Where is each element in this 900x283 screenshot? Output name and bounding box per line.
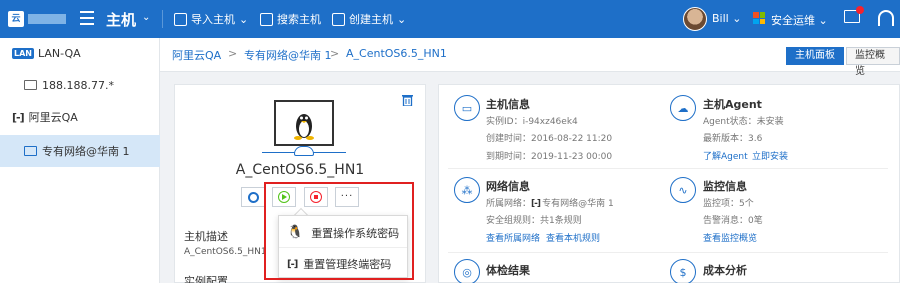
belongs-network-value: 专有网络@华南 1 — [542, 199, 614, 209]
view-monitor-link[interactable]: 查看监控概览 — [703, 231, 757, 244]
camera-icon: ◎ — [454, 259, 480, 283]
tab-monitor-overview[interactable]: 监控概览 — [846, 47, 900, 77]
instance-config-label: 实例配置 — [184, 275, 228, 283]
divider — [448, 168, 888, 169]
search-host-button[interactable]: 搜索主机 — [260, 11, 321, 27]
sidebar: LAN LAN-QA 188.188.77.* [-] 阿里云QA 专有网络@华… — [0, 38, 160, 283]
linux-tux-icon — [294, 114, 314, 140]
settings-button[interactable] — [241, 187, 265, 207]
monitor-icon: ▭ — [454, 95, 480, 121]
agent-status: Agent状态：未安装 — [703, 117, 784, 127]
sidebar-item-aliyun-qa[interactable]: [-] 阿里云QA — [0, 102, 160, 132]
sidebar-item-label: 阿里云QA — [28, 111, 78, 124]
trash-icon[interactable] — [402, 94, 413, 106]
dollar-icon: $ — [670, 259, 696, 283]
host-name: A_CentOS6.5_HN1 — [235, 162, 365, 178]
network-icon: ⁂ — [454, 177, 480, 203]
ops-menu[interactable]: 安全运维 ⌄ — [771, 12, 828, 28]
headset-icon[interactable] — [878, 10, 894, 26]
sidebar-item-label: 专有网络@华南 1 — [42, 145, 130, 158]
notification-badge — [856, 6, 864, 14]
view-rules-link[interactable]: 查看本机规则 — [546, 231, 600, 244]
created-time: 创建时间：2016-08-22 11:20 — [486, 134, 613, 144]
learn-agent-link[interactable]: 了解Agent — [703, 149, 748, 162]
gear-icon — [247, 191, 259, 203]
search-icon — [260, 12, 273, 26]
instance-id: 实例ID：i-94xz46ek4 — [486, 117, 578, 127]
breadcrumb-item[interactable]: 专有网络@华南 1 — [244, 47, 332, 63]
monitor-items: 监控项：5个 — [703, 199, 754, 209]
cloud-icon — [294, 146, 314, 156]
pulse-icon: ∿ — [670, 177, 696, 203]
create-host-button[interactable]: 创建主机 ⌄ — [332, 11, 406, 27]
hamburger-menu-icon[interactable] — [80, 11, 94, 25]
cost-title: 成本分析 — [703, 264, 747, 277]
create-host-label: 创建主机 — [349, 13, 393, 26]
import-icon — [174, 12, 187, 26]
user-menu[interactable]: Bill ⌄ — [712, 12, 741, 25]
page-title[interactable]: 主机 — [106, 9, 136, 30]
highlight-box — [264, 182, 414, 280]
view-network-link[interactable]: 查看所属网络 — [486, 231, 540, 244]
breadcrumb: 阿里云QA > 专有网络@华南 1 > A_CentOS6.5_HN1 主机面板… — [160, 38, 900, 77]
divider — [162, 10, 163, 28]
security-rules: 安全组规则：共1条规则 — [486, 216, 582, 226]
chevron-down-icon: ⌄ — [397, 12, 407, 26]
windows-icon — [753, 12, 765, 24]
sidebar-item-ip[interactable]: 188.188.77.* — [0, 70, 160, 100]
username: Bill — [712, 12, 729, 25]
monitor-icon — [274, 100, 334, 146]
create-icon — [332, 12, 345, 26]
divider — [448, 252, 888, 253]
belongs-network: 所属网络：[-] 专有网络@华南 1 — [486, 196, 614, 209]
import-host-button[interactable]: 导入主机 ⌄ — [174, 11, 248, 27]
install-agent-link[interactable]: 立即安装 — [752, 149, 788, 162]
cloud-upload-icon: ☁ — [670, 95, 696, 121]
belongs-network-label: 所属网络： — [486, 199, 532, 209]
alert-messages: 告警消息：0笔 — [703, 216, 763, 226]
import-host-label: 导入主机 — [191, 13, 235, 26]
sidebar-item-label: 188.188.77.* — [42, 78, 114, 92]
aliyun-icon: [-] — [531, 199, 543, 209]
logo-icon: 云 — [8, 11, 24, 27]
brand-logo[interactable]: 云 — [8, 8, 68, 30]
host-desc-label: 主机描述 — [184, 230, 228, 243]
monitor-title: 监控信息 — [703, 180, 747, 193]
chevron-down-icon: ⌄ — [239, 12, 249, 26]
checkup-title: 体检结果 — [486, 264, 530, 277]
breadcrumb-item[interactable]: 阿里云QA — [172, 47, 221, 63]
host-info-title: 主机信息 — [486, 98, 530, 111]
breadcrumb-separator: > — [228, 47, 238, 60]
breadcrumb-item[interactable]: A_CentOS6.5_HN1 — [346, 47, 447, 60]
tab-host-panel[interactable]: 主机面板 — [786, 47, 844, 65]
ops-label: 安全运维 — [771, 14, 815, 27]
top-bar: 云 主机 ⌄ 导入主机 ⌄ 搜索主机 创建主机 ⌄ Bill ⌄ 安全运维 ⌄ — [0, 0, 900, 38]
agent-title: 主机Agent — [703, 98, 762, 111]
sidebar-item-lan-qa[interactable]: LAN LAN-QA — [0, 38, 160, 68]
sidebar-item-vpc[interactable]: 专有网络@华南 1 — [0, 135, 160, 167]
logo-wordmark — [28, 14, 66, 24]
chevron-down-icon[interactable]: ⌄ — [142, 12, 150, 23]
breadcrumb-separator: > — [330, 47, 340, 60]
expire-time: 到期时间：2019-11-23 00:00 — [486, 152, 613, 162]
network-title: 网络信息 — [486, 180, 530, 193]
computer-icon — [24, 80, 37, 90]
sidebar-item-label: LAN-QA — [37, 46, 81, 60]
search-host-label: 搜索主机 — [277, 13, 321, 26]
computer-icon — [24, 146, 37, 156]
lan-icon: LAN — [12, 47, 34, 59]
avatar[interactable] — [683, 7, 707, 31]
agent-version: 最新版本：3.6 — [703, 134, 763, 144]
aliyun-icon: [-] — [12, 110, 25, 124]
